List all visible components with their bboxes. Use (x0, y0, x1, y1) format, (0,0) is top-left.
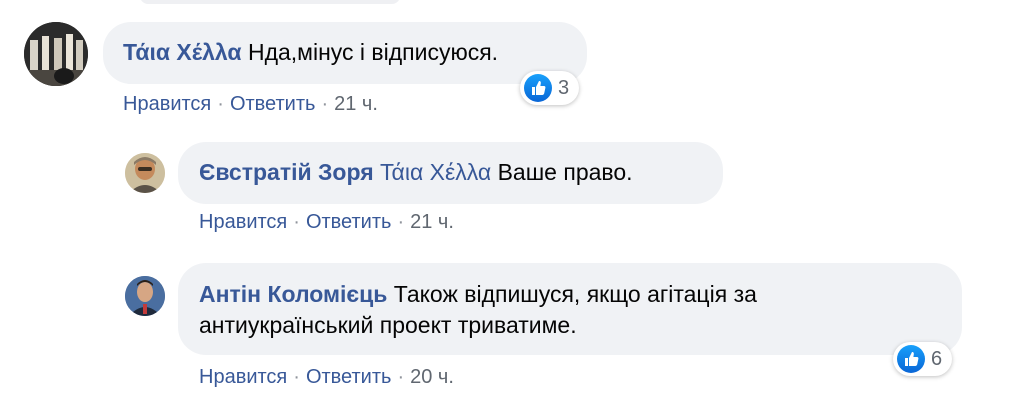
comment-bubble: Антін Коломієць Також відпишуся, якщо аг… (178, 263, 962, 355)
like-icon (897, 345, 925, 373)
separator-dot: · (293, 211, 300, 233)
timestamp[interactable]: 20 ч. (410, 366, 454, 388)
separator-dot: · (397, 366, 405, 388)
comment-author[interactable]: Антін Коломієць (199, 281, 387, 307)
comment-bubble: Євстратій Зоря Τάια Χέλλα Ваше право. (178, 142, 723, 204)
comment-bubble: Τάια Χέλλα Нда,мінус і відписуюся. (103, 22, 587, 84)
reaction-number: 3 (558, 76, 570, 99)
avatar[interactable] (125, 153, 165, 193)
reaction-count[interactable]: 3 (520, 71, 580, 105)
previous-comment-fragment (140, 0, 400, 4)
avatar-photo (125, 276, 165, 316)
comment-actions: Нравится · Ответить · 21 ч. (123, 93, 378, 116)
comment-text-line: антиукраїнський проект триватиме. (199, 312, 577, 338)
avatar[interactable] (24, 22, 88, 86)
separator-dot: · (397, 211, 405, 233)
mention-link[interactable]: Τάια Χέλλα (380, 159, 491, 185)
avatar[interactable] (125, 276, 165, 316)
comment-text: Нда,мінус і відписуюся. (247, 39, 499, 65)
separator-dot: · (293, 366, 300, 388)
comment-author[interactable]: Τάια Χέλλα (123, 39, 242, 65)
like-link[interactable]: Нравится (199, 211, 287, 233)
timestamp[interactable]: 21 ч. (334, 93, 378, 115)
reply-link[interactable]: Ответить (306, 211, 392, 233)
like-link[interactable]: Нравится (123, 93, 211, 115)
comment-text: Ваше право. (497, 159, 633, 185)
like-icon (524, 74, 552, 102)
comment-author[interactable]: Євстратій Зоря (199, 159, 374, 185)
separator-dot: · (217, 93, 224, 115)
comment-text-line: Також відпишуся, якщо агітація за (393, 281, 757, 307)
comment-actions: Нравится · Ответить · 21 ч. (199, 211, 454, 234)
avatar-photo (24, 22, 88, 86)
comment-actions: Нравится · Ответить · 20 ч. (199, 366, 454, 389)
like-link[interactable]: Нравится (199, 366, 287, 388)
avatar-photo (125, 153, 165, 193)
reaction-count[interactable]: 6 (893, 342, 953, 376)
reply-link[interactable]: Ответить (306, 366, 392, 388)
timestamp[interactable]: 21 ч. (410, 211, 454, 233)
reaction-number: 6 (931, 347, 943, 370)
reply-link[interactable]: Ответить (230, 93, 316, 115)
separator-dot: · (321, 93, 329, 115)
